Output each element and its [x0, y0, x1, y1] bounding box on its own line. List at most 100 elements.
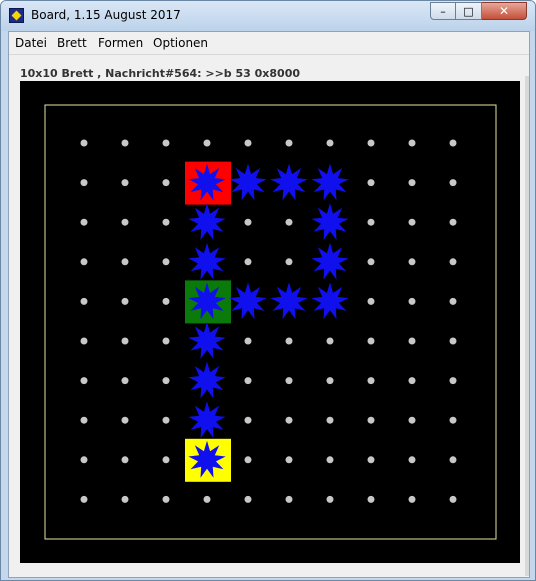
empty-cell-dot[interactable] [80, 377, 88, 385]
empty-cell-dot[interactable] [285, 258, 293, 266]
empty-cell-dot[interactable] [408, 258, 416, 266]
empty-cell-dot[interactable] [80, 139, 88, 147]
empty-cell-dot[interactable] [285, 456, 293, 464]
empty-cell-dot[interactable] [367, 495, 375, 503]
empty-cell-dot[interactable] [285, 218, 293, 226]
empty-cell-dot[interactable] [244, 139, 252, 147]
empty-cell-dot[interactable] [367, 218, 375, 226]
empty-cell-dot[interactable] [162, 495, 170, 503]
star-piece[interactable] [229, 163, 267, 201]
empty-cell-dot[interactable] [121, 258, 129, 266]
empty-cell-dot[interactable] [80, 337, 88, 345]
empty-cell-dot[interactable] [162, 377, 170, 385]
empty-cell-dot[interactable] [285, 495, 293, 503]
empty-cell-dot[interactable] [285, 139, 293, 147]
menu-formen[interactable]: Formen [98, 36, 143, 50]
empty-cell-dot[interactable] [121, 337, 129, 345]
star-piece[interactable] [188, 361, 226, 399]
empty-cell-dot[interactable] [162, 258, 170, 266]
star-piece[interactable] [188, 242, 226, 280]
empty-cell-dot[interactable] [203, 495, 211, 503]
empty-cell-dot[interactable] [244, 337, 252, 345]
empty-cell-dot[interactable] [449, 495, 457, 503]
star-piece[interactable] [270, 282, 308, 320]
empty-cell-dot[interactable] [449, 179, 457, 187]
empty-cell-dot[interactable] [162, 218, 170, 226]
star-piece[interactable] [188, 322, 226, 359]
empty-cell-dot[interactable] [449, 218, 457, 226]
empty-cell-dot[interactable] [244, 456, 252, 464]
empty-cell-dot[interactable] [449, 456, 457, 464]
empty-cell-dot[interactable] [408, 456, 416, 464]
vertical-scrollbar[interactable] [525, 76, 529, 576]
empty-cell-dot[interactable] [367, 258, 375, 266]
empty-cell-dot[interactable] [285, 377, 293, 385]
empty-cell-dot[interactable] [80, 495, 88, 503]
empty-cell-dot[interactable] [408, 416, 416, 424]
empty-cell-dot[interactable] [367, 297, 375, 305]
empty-cell-dot[interactable] [408, 179, 416, 187]
empty-cell-dot[interactable] [244, 218, 252, 226]
empty-cell-dot[interactable] [162, 139, 170, 147]
empty-cell-dot[interactable] [80, 179, 88, 187]
close-button[interactable]: ✕ [482, 2, 527, 20]
empty-cell-dot[interactable] [449, 337, 457, 345]
empty-cell-dot[interactable] [285, 416, 293, 424]
empty-cell-dot[interactable] [408, 218, 416, 226]
star-piece[interactable] [188, 203, 226, 241]
empty-cell-dot[interactable] [244, 416, 252, 424]
empty-cell-dot[interactable] [326, 495, 334, 503]
menu-optionen[interactable]: Optionen [153, 36, 208, 50]
board-grid[interactable] [20, 81, 520, 563]
empty-cell-dot[interactable] [162, 297, 170, 305]
empty-cell-dot[interactable] [244, 258, 252, 266]
empty-cell-dot[interactable] [367, 377, 375, 385]
empty-cell-dot[interactable] [121, 218, 129, 226]
empty-cell-dot[interactable] [162, 179, 170, 187]
empty-cell-dot[interactable] [326, 416, 334, 424]
empty-cell-dot[interactable] [408, 297, 416, 305]
empty-cell-dot[interactable] [408, 377, 416, 385]
empty-cell-dot[interactable] [244, 495, 252, 503]
empty-cell-dot[interactable] [121, 297, 129, 305]
empty-cell-dot[interactable] [326, 456, 334, 464]
empty-cell-dot[interactable] [285, 337, 293, 345]
empty-cell-dot[interactable] [203, 139, 211, 147]
board-canvas[interactable] [20, 81, 520, 563]
empty-cell-dot[interactable] [449, 297, 457, 305]
empty-cell-dot[interactable] [326, 337, 334, 345]
maximize-button[interactable]: □ [456, 2, 482, 20]
title-bar[interactable]: Board, 1.15 August 2017 – □ ✕ [1, 1, 535, 31]
empty-cell-dot[interactable] [162, 337, 170, 345]
empty-cell-dot[interactable] [244, 377, 252, 385]
empty-cell-dot[interactable] [162, 456, 170, 464]
star-piece[interactable] [229, 282, 267, 320]
empty-cell-dot[interactable] [80, 416, 88, 424]
empty-cell-dot[interactable] [326, 139, 334, 147]
empty-cell-dot[interactable] [121, 416, 129, 424]
empty-cell-dot[interactable] [162, 416, 170, 424]
empty-cell-dot[interactable] [408, 495, 416, 503]
star-piece[interactable] [311, 242, 349, 280]
empty-cell-dot[interactable] [326, 377, 334, 385]
empty-cell-dot[interactable] [121, 179, 129, 187]
empty-cell-dot[interactable] [121, 495, 129, 503]
empty-cell-dot[interactable] [367, 416, 375, 424]
empty-cell-dot[interactable] [80, 456, 88, 464]
empty-cell-dot[interactable] [408, 139, 416, 147]
empty-cell-dot[interactable] [367, 139, 375, 147]
empty-cell-dot[interactable] [80, 297, 88, 305]
star-piece[interactable] [270, 163, 308, 201]
empty-cell-dot[interactable] [449, 139, 457, 147]
star-piece[interactable] [311, 163, 349, 201]
empty-cell-dot[interactable] [449, 377, 457, 385]
empty-cell-dot[interactable] [449, 416, 457, 424]
empty-cell-dot[interactable] [80, 258, 88, 266]
star-piece[interactable] [188, 401, 226, 439]
empty-cell-dot[interactable] [121, 456, 129, 464]
empty-cell-dot[interactable] [80, 218, 88, 226]
empty-cell-dot[interactable] [367, 337, 375, 345]
menu-datei[interactable]: Datei [15, 36, 47, 50]
empty-cell-dot[interactable] [121, 139, 129, 147]
minimize-button[interactable]: – [430, 2, 456, 20]
